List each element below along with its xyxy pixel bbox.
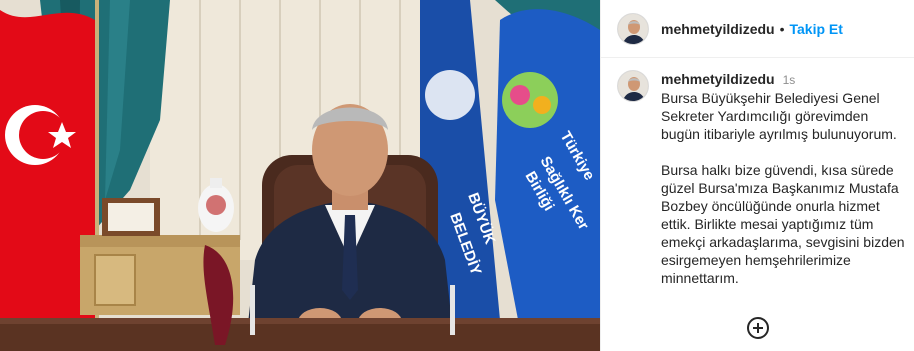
caption-paragraph-1: Bursa Büyükşehir Belediyesi Genel Sekret… [661, 90, 897, 142]
avatar-image [618, 13, 648, 44]
caption-paragraph-2: Bursa halkı bize güvendi, kısa sürede gü… [661, 162, 905, 286]
post-header-text: mehmetyildizedu • Takip Et [661, 21, 843, 37]
post-header: mehmetyildizedu • Takip Et [601, 0, 914, 58]
post-photo-illustration: BÜYÜK BELEDİY Türkiye Sağlıklı Ker Birli… [0, 0, 600, 351]
caption-avatar-image [618, 71, 648, 101]
plus-circle-icon[interactable] [746, 316, 770, 340]
caption-avatar[interactable] [617, 70, 649, 102]
post-time[interactable]: 1s [783, 71, 796, 89]
separator-dot: • [779, 20, 785, 37]
caption-username[interactable]: mehmetyildizedu [661, 70, 775, 88]
post-side-panel: mehmetyildizedu • Takip Et mehmetyildize… [600, 0, 914, 351]
caption: mehmetyildizedu 1s Bursa Büyükşehir Bele… [601, 70, 914, 287]
header-username[interactable]: mehmetyildizedu [661, 21, 775, 37]
follow-button[interactable]: Takip Et [790, 21, 843, 37]
avatar[interactable] [617, 12, 649, 45]
post-image[interactable]: BÜYÜK BELEDİY Türkiye Sağlıklı Ker Birli… [0, 0, 600, 351]
caption-body: mehmetyildizedu 1s Bursa Büyükşehir Bele… [661, 70, 911, 287]
caption-head: mehmetyildizedu 1s [661, 70, 911, 89]
